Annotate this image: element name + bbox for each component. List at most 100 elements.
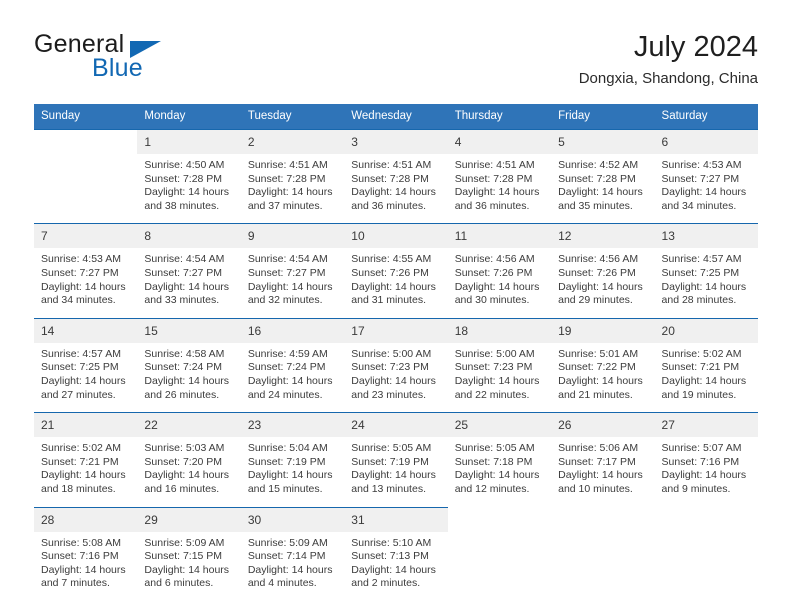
calendar-table: Sunday Monday Tuesday Wednesday Thursday… bbox=[34, 104, 758, 601]
day-number: 4 bbox=[447, 130, 552, 154]
sunset-time: Sunset: 7:26 PM bbox=[351, 266, 429, 279]
day-cell[interactable]: 24 Sunrise: 5:05 AM Sunset: 7:19 PM Dayligh… bbox=[344, 413, 448, 507]
day-cell[interactable]: 11 Sunrise: 4:56 AM Sunset: 7:26 PM Dayligh… bbox=[447, 224, 552, 318]
daylight-duration-line2: and 38 minutes. bbox=[144, 199, 220, 212]
day-number: 16 bbox=[240, 318, 345, 343]
sunset-time: Sunset: 7:25 PM bbox=[661, 266, 740, 279]
sunrise-time: Sunrise: 5:01 AM bbox=[558, 347, 639, 360]
day-details: Sunrise: 5:02 AM Sunset: 7:21 PM Daylight:… bbox=[655, 343, 758, 412]
sunrise-time: Sunrise: 5:02 AM bbox=[41, 442, 121, 455]
daylight-duration-line2: and 7 minutes. bbox=[41, 577, 110, 590]
day-cell[interactable]: 3 Sunrise: 4:51 AM Sunset: 7:28 PM Daylight… bbox=[344, 130, 448, 224]
sunrise-time: Sunrise: 4:59 AM bbox=[247, 347, 328, 360]
sunset-time: Sunset: 7:28 PM bbox=[454, 172, 533, 185]
daylight-duration-line2: and 23 minutes. bbox=[351, 388, 426, 401]
sunset-time: Sunset: 7:19 PM bbox=[247, 455, 326, 468]
day-cell[interactable]: 20 Sunrise: 5:02 AM Sunset: 7:21 PM Dayligh… bbox=[654, 318, 758, 413]
day-cell[interactable]: 5 Sunrise: 4:52 AM Sunset: 7:28 PM Daylight… bbox=[551, 130, 655, 224]
sunset-time: Sunset: 7:26 PM bbox=[454, 266, 533, 279]
day-cell[interactable]: 17 Sunrise: 5:00 AM Sunset: 7:23 PM Dayligh… bbox=[344, 318, 448, 413]
daylight-duration-line2: and 12 minutes. bbox=[454, 482, 530, 495]
day-details: Sunrise: 5:01 AM Sunset: 7:22 PM Daylight:… bbox=[551, 343, 654, 412]
daylight-duration-line1: Daylight: 14 hours bbox=[558, 374, 643, 387]
day-cell[interactable]: 19 Sunrise: 5:01 AM Sunset: 7:22 PM Dayligh… bbox=[551, 318, 655, 413]
day-cell-empty bbox=[551, 507, 655, 601]
daylight-duration-line1: Daylight: 14 hours bbox=[454, 186, 540, 199]
day-cell[interactable]: 30 Sunrise: 5:09 AM Sunset: 7:14 PM Dayligh… bbox=[240, 507, 345, 601]
sunset-time: Sunset: 7:26 PM bbox=[558, 266, 636, 279]
location-subtitle: Dongxia, Shandong, China bbox=[578, 70, 758, 87]
day-cell[interactable]: 13 Sunrise: 4:57 AM Sunset: 7:25 PM Dayligh… bbox=[654, 224, 758, 318]
sunset-time: Sunset: 7:15 PM bbox=[144, 550, 223, 563]
daylight-duration-line1: Daylight: 14 hours bbox=[351, 280, 436, 293]
day-cell[interactable]: 29 Sunrise: 5:09 AM Sunset: 7:15 PM Dayligh… bbox=[137, 507, 241, 601]
day-cell[interactable]: 21 Sunrise: 5:02 AM Sunset: 7:21 PM Dayligh… bbox=[34, 413, 138, 507]
daylight-duration-line1: Daylight: 14 hours bbox=[41, 469, 126, 482]
day-details: Sunrise: 5:10 AM Sunset: 7:13 PM Daylight:… bbox=[344, 532, 447, 601]
day-details: Sunrise: 5:04 AM Sunset: 7:19 PM Daylight:… bbox=[241, 437, 344, 506]
calendar-week-row: 14 Sunrise: 4:57 AM Sunset: 7:25 PM Dayligh… bbox=[34, 318, 758, 413]
day-cell[interactable]: 18 Sunrise: 5:00 AM Sunset: 7:23 PM Dayligh… bbox=[447, 318, 552, 413]
daylight-duration-line2: and 28 minutes. bbox=[661, 294, 737, 307]
day-cell[interactable]: 10 Sunrise: 4:55 AM Sunset: 7:26 PM Dayligh… bbox=[344, 224, 448, 318]
sunset-time: Sunset: 7:23 PM bbox=[351, 361, 429, 374]
day-cell[interactable]: 26 Sunrise: 5:06 AM Sunset: 7:17 PM Dayligh… bbox=[551, 413, 655, 507]
day-number: 10 bbox=[344, 224, 448, 249]
day-number: 19 bbox=[551, 318, 655, 343]
day-number: 17 bbox=[344, 318, 448, 343]
calendar-body: 1 Sunrise: 4:50 AM Sunset: 7:28 PM Daylight… bbox=[34, 129, 758, 601]
day-number: 24 bbox=[344, 413, 448, 438]
day-cell[interactable]: 23 Sunrise: 5:04 AM Sunset: 7:19 PM Dayligh… bbox=[240, 413, 345, 507]
day-number: 23 bbox=[240, 413, 345, 438]
day-cell[interactable]: 9 Sunrise: 4:54 AM Sunset: 7:27 PM Daylight… bbox=[240, 224, 345, 318]
day-number: 1 bbox=[137, 130, 241, 154]
sunrise-time: Sunrise: 5:03 AM bbox=[144, 442, 225, 455]
day-cell[interactable]: 4 Sunrise: 4:51 AM Sunset: 7:28 PM Daylight… bbox=[447, 130, 552, 224]
daylight-duration-line2: and 16 minutes. bbox=[144, 482, 220, 495]
day-details: Sunrise: 4:58 AM Sunset: 7:24 PM Daylight:… bbox=[137, 343, 240, 412]
day-cell[interactable]: 8 Sunrise: 4:54 AM Sunset: 7:27 PM Daylight… bbox=[137, 224, 241, 318]
day-cell[interactable]: 31 Sunrise: 5:10 AM Sunset: 7:13 PM Dayligh… bbox=[344, 507, 448, 601]
day-cell[interactable]: 2 Sunrise: 4:51 AM Sunset: 7:28 PM Daylight… bbox=[240, 130, 345, 224]
day-cell[interactable]: 7 Sunrise: 4:53 AM Sunset: 7:27 PM Daylight… bbox=[34, 224, 138, 318]
weekday-header-friday: Friday bbox=[551, 104, 655, 129]
day-cell[interactable]: 27 Sunrise: 5:07 AM Sunset: 7:16 PM Dayligh… bbox=[654, 413, 758, 507]
daylight-duration-line1: Daylight: 14 hours bbox=[351, 186, 436, 199]
day-details: Sunrise: 4:53 AM Sunset: 7:27 PM Daylight:… bbox=[34, 248, 137, 317]
day-number: 21 bbox=[34, 413, 138, 438]
day-cell[interactable]: 15 Sunrise: 4:58 AM Sunset: 7:24 PM Dayligh… bbox=[137, 318, 241, 413]
day-cell[interactable]: 6 Sunrise: 4:53 AM Sunset: 7:27 PM Daylight… bbox=[654, 130, 758, 224]
sunset-time: Sunset: 7:16 PM bbox=[41, 550, 119, 563]
day-number: 20 bbox=[654, 318, 758, 343]
day-cell[interactable]: 16 Sunrise: 4:59 AM Sunset: 7:24 PM Dayligh… bbox=[240, 318, 345, 413]
sunrise-time: Sunrise: 4:57 AM bbox=[41, 347, 121, 360]
day-cell[interactable]: 14 Sunrise: 4:57 AM Sunset: 7:25 PM Dayligh… bbox=[34, 318, 138, 413]
day-number: 22 bbox=[137, 413, 241, 438]
day-cell[interactable]: 1 Sunrise: 4:50 AM Sunset: 7:28 PM Daylight… bbox=[137, 130, 241, 224]
day-number: 28 bbox=[34, 507, 138, 532]
day-details: Sunrise: 4:59 AM Sunset: 7:24 PM Daylight:… bbox=[241, 343, 344, 412]
daylight-duration-line2: and 21 minutes. bbox=[558, 388, 633, 401]
weekday-header-saturday: Saturday bbox=[654, 104, 758, 129]
daylight-duration-line2: and 30 minutes. bbox=[454, 294, 530, 307]
page-title: July 2024 bbox=[633, 31, 758, 63]
sunset-time: Sunset: 7:22 PM bbox=[558, 361, 636, 374]
sunset-time: Sunset: 7:25 PM bbox=[41, 361, 119, 374]
day-number bbox=[448, 508, 551, 532]
sunrise-time: Sunrise: 4:54 AM bbox=[144, 253, 225, 266]
brand-name-blue: Blue bbox=[92, 54, 143, 82]
day-cell[interactable]: 22 Sunrise: 5:03 AM Sunset: 7:20 PM Dayligh… bbox=[137, 413, 241, 507]
weekday-header-tuesday: Tuesday bbox=[240, 104, 345, 129]
sunrise-time: Sunrise: 4:51 AM bbox=[247, 159, 328, 171]
day-cell[interactable]: 25 Sunrise: 5:05 AM Sunset: 7:18 PM Dayligh… bbox=[447, 413, 552, 507]
sunrise-time: Sunrise: 4:56 AM bbox=[454, 253, 535, 266]
daylight-duration-line2: and 2 minutes. bbox=[351, 577, 421, 590]
sunset-time: Sunset: 7:27 PM bbox=[144, 266, 223, 279]
brand-logo[interactable]: General Blue bbox=[34, 30, 294, 90]
daylight-duration-line2: and 31 minutes. bbox=[351, 294, 426, 307]
day-cell[interactable]: 28 Sunrise: 5:08 AM Sunset: 7:16 PM Dayligh… bbox=[34, 507, 138, 601]
day-details: Sunrise: 5:06 AM Sunset: 7:17 PM Daylight:… bbox=[551, 437, 654, 506]
day-cell[interactable]: 12 Sunrise: 4:56 AM Sunset: 7:26 PM Dayligh… bbox=[551, 224, 655, 318]
sunrise-time: Sunrise: 4:51 AM bbox=[454, 159, 535, 171]
day-number: 11 bbox=[447, 224, 552, 249]
